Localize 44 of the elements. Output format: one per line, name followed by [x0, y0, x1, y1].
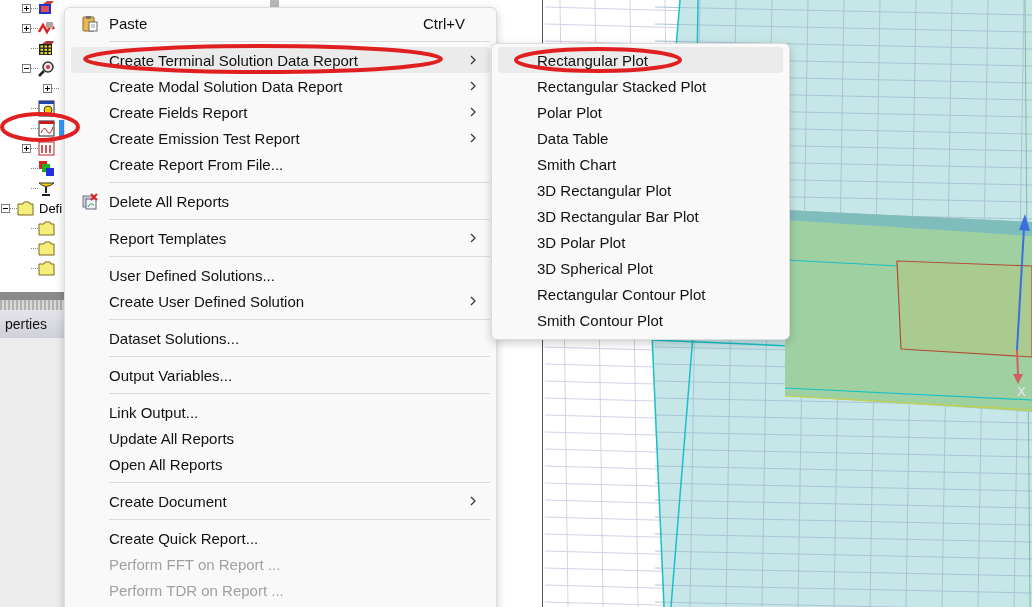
menu-item[interactable]: Open All Reports	[71, 451, 490, 477]
folder-icon	[38, 239, 55, 257]
menu-item[interactable]: Rectangular Contour Plot	[498, 281, 783, 307]
collapse-icon[interactable]	[1, 203, 10, 213]
box-icon	[38, 0, 55, 17]
menu-item[interactable]: Report Templates	[71, 225, 490, 251]
menu-item[interactable]: Create Fields Report	[71, 99, 490, 125]
squares-icon	[38, 159, 55, 177]
menu-item[interactable]: Dataset Solutions...	[71, 325, 490, 351]
folder-icon	[38, 259, 55, 277]
menu-item[interactable]: Create Report From File...	[71, 151, 490, 177]
menu-item[interactable]: Create Emission Test Report	[71, 125, 490, 151]
collapse-icon[interactable]	[22, 63, 31, 73]
menu-item[interactable]: Polar Plot	[498, 99, 783, 125]
menu-item[interactable]: Smith Chart	[498, 151, 783, 177]
menu-item[interactable]: Link Output...	[71, 399, 490, 425]
menu-item[interactable]: 3D Spherical Plot	[498, 255, 783, 281]
menu-item[interactable]: User Defined Solutions...	[71, 262, 490, 288]
chart-icon	[38, 119, 55, 137]
folder-icon	[17, 199, 34, 217]
menu-item[interactable]: Create Modal Solution Data Report	[71, 73, 490, 99]
menu-item[interactable]: Output Variables...	[71, 362, 490, 388]
menu-item[interactable]: 3D Polar Plot	[498, 229, 783, 255]
expand-icon[interactable]	[43, 83, 52, 93]
folder-icon	[38, 219, 55, 237]
menu-item[interactable]: Create Document	[71, 488, 490, 514]
expand-icon[interactable]	[22, 3, 31, 13]
menu-item[interactable]: Paste Ctrl+V	[71, 10, 490, 36]
menu-item[interactable]: Smith Contour Plot	[498, 307, 783, 333]
grid-icon	[38, 39, 55, 57]
magnifier-icon	[38, 59, 55, 77]
menu-item[interactable]: 3D Rectangular Plot	[498, 177, 783, 203]
menu-item[interactable]: Delete All Reports	[71, 188, 490, 214]
menu-item[interactable]: Create Quick Report...	[71, 525, 490, 551]
expand-icon[interactable]	[22, 143, 31, 153]
menu-item[interactable]: Create User Defined Solution	[71, 288, 490, 314]
menu-item[interactable]: Update All Reports	[71, 425, 490, 451]
menu-item[interactable]: Rectangular Stacked Plot	[498, 73, 783, 99]
wave-icon	[38, 19, 55, 37]
tree-item[interactable]: Defi	[37, 199, 65, 217]
menu-item[interactable]: Data Table	[498, 125, 783, 151]
properties-tab[interactable]: perties	[0, 316, 56, 332]
expand-icon[interactable]	[22, 23, 31, 33]
menu-item[interactable]: 3D Rectangular Bar Plot	[498, 203, 783, 229]
